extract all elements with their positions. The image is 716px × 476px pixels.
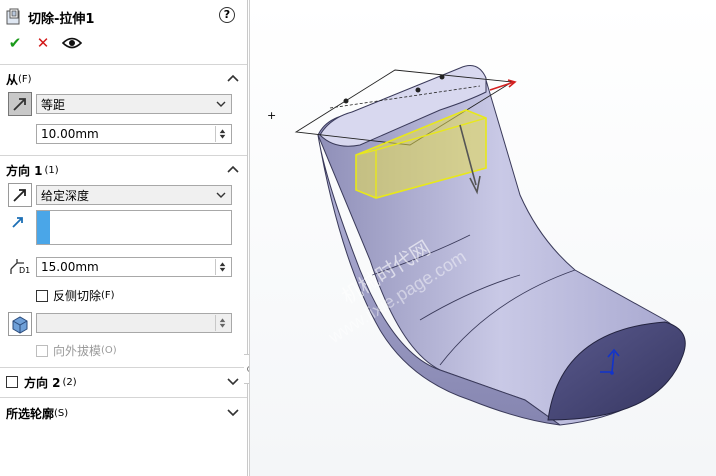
start-condition-value: 等距 <box>41 97 66 112</box>
reverse-direction-button[interactable] <box>8 183 32 207</box>
direction-vector-icon <box>12 217 23 228</box>
feature-title-row: 切除-拉伸1 <box>6 7 94 27</box>
selected-contours-section-header[interactable]: 所选轮廓 (S) <box>6 404 242 422</box>
direction2-section-header[interactable]: 方向 2 (2) <box>6 373 242 391</box>
cut-extrude-icon <box>6 8 20 25</box>
from-section-header[interactable]: 从 (F) <box>6 70 242 88</box>
selected-contours-shortcut: (S) <box>54 407 69 419</box>
draft-outward-label: 向外拔模 <box>53 344 102 358</box>
cursor-crosshair: + <box>267 109 277 122</box>
divider <box>0 155 247 156</box>
ok-button[interactable]: ✔ <box>6 34 24 52</box>
direction1-label: 方向 1 <box>6 163 43 178</box>
divider <box>0 64 247 65</box>
spin-arrows-icon[interactable] <box>215 126 229 142</box>
chevron-down-icon <box>216 101 226 107</box>
model-view[interactable] <box>249 0 716 476</box>
direction-arrow[interactable] <box>489 79 517 91</box>
help-icon[interactable]: ? <box>219 7 235 23</box>
draft-outward-checkbox[interactable]: 向外拔模 (O) <box>36 342 117 359</box>
property-manager-panel: 切除-拉伸1 ? ✔ ✕ 从 (F) 等距 10.00mm 方向 1 (1) 给… <box>0 0 248 476</box>
checkbox-box[interactable] <box>36 344 48 357</box>
direction-selection-box[interactable] <box>36 210 232 245</box>
direction1-section-header[interactable]: 方向 1 (1) <box>6 161 242 179</box>
divider <box>0 397 247 398</box>
action-bar: ✔ ✕ <box>6 34 82 52</box>
chevron-up-icon[interactable] <box>226 161 240 177</box>
sketch-point <box>439 74 445 80</box>
offset-distance-input[interactable]: 10.00mm <box>36 124 232 144</box>
direction2-shortcut: (2) <box>62 376 77 388</box>
spin-arrows-icon[interactable] <box>215 315 229 331</box>
sketch-point <box>415 87 421 93</box>
chevron-up-icon[interactable] <box>226 70 240 86</box>
chevron-down-icon[interactable] <box>226 373 240 389</box>
flip-side-to-cut-checkbox[interactable]: 反侧切除 (F) <box>36 287 115 304</box>
chevron-down-icon <box>216 192 226 198</box>
from-section-shortcut: (F) <box>18 73 32 85</box>
selection-highlight <box>37 211 50 244</box>
feature-title: 切除-拉伸1 <box>28 11 95 27</box>
flip-side-shortcut: (F) <box>101 290 115 301</box>
chevron-down-icon[interactable] <box>226 404 240 420</box>
offset-distance-value: 10.00mm <box>41 127 99 141</box>
draft-angle-input[interactable] <box>36 313 232 333</box>
arrow-diagonal-icon <box>13 98 26 111</box>
depth-input[interactable]: 15.00mm <box>36 257 232 277</box>
divider <box>0 367 247 368</box>
reverse-direction-icon <box>13 189 26 202</box>
eye-icon[interactable] <box>62 36 82 50</box>
end-condition-select[interactable]: 给定深度 <box>36 185 232 205</box>
direction1-shortcut: (1) <box>44 164 59 176</box>
from-section-label: 从 <box>6 72 19 87</box>
draft-outward-shortcut: (O) <box>101 345 117 356</box>
draft-icon <box>12 316 28 334</box>
flip-side-label: 反侧切除 <box>53 289 102 303</box>
spin-arrows-icon[interactable] <box>215 259 229 275</box>
sketch-point <box>343 98 349 104</box>
depth-value: 15.00mm <box>41 260 99 274</box>
direction2-checkbox[interactable] <box>6 376 18 388</box>
checkbox-box[interactable] <box>36 289 48 302</box>
end-condition-value: 给定深度 <box>41 188 90 203</box>
depth-icon-label: D1 <box>19 266 31 275</box>
triad-origin <box>610 371 614 375</box>
selected-contours-label: 所选轮廓 <box>6 406 55 421</box>
depth-icon: D1 <box>8 257 30 277</box>
cancel-button[interactable]: ✕ <box>34 34 52 52</box>
direction2-label: 方向 2 <box>24 375 61 390</box>
start-condition-icon[interactable] <box>8 92 32 116</box>
start-condition-select[interactable]: 等距 <box>36 94 232 114</box>
draft-toggle-button[interactable] <box>8 312 32 336</box>
